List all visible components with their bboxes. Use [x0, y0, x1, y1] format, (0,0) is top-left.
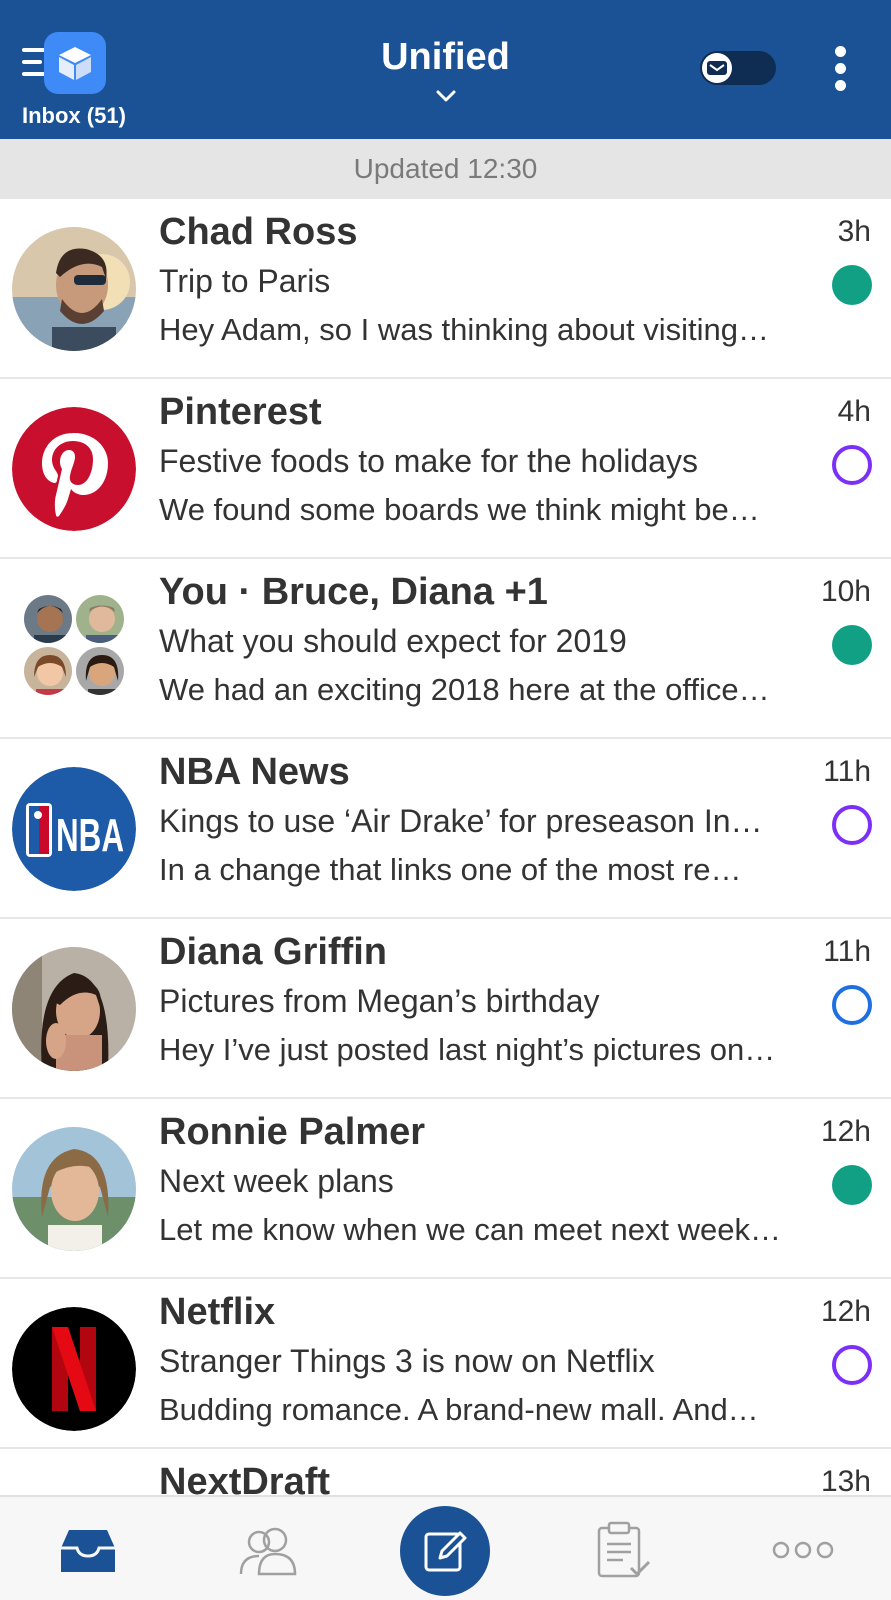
inbox-tray-icon [60, 1529, 115, 1572]
compose-icon [424, 1531, 467, 1572]
more-dots-icon [772, 1541, 833, 1558]
email-row[interactable]: Pinterest 4h Festive foods to make for t… [0, 379, 891, 559]
svg-text:NBA: NBA [56, 809, 124, 861]
more-options-icon[interactable] [826, 44, 856, 94]
unread-status-dot[interactable] [832, 1345, 872, 1385]
email-preview: We found some boards we think might be… [159, 492, 760, 527]
sender-name: NBA News [159, 751, 350, 793]
email-preview: Budding romance. A brand-new mall. And… [159, 1392, 759, 1427]
email-subject: Next week plans [159, 1163, 394, 1199]
avatar [74, 593, 126, 645]
email-row[interactable]: You · Bruce, Diana +1 10h What you shoul… [0, 559, 891, 739]
sender-name: Diana Griffin [159, 931, 388, 973]
email-preview: Hey I’ve just posted last night’s pictur… [159, 1032, 776, 1067]
email-subject: Pictures from Megan’s birthday [159, 983, 600, 1019]
avatar [74, 645, 126, 697]
email-row[interactable]: Diana Griffin 11h Pictures from Megan’s … [0, 919, 891, 1099]
mail-icon [702, 53, 732, 83]
email-subject: Trip to Paris [159, 263, 331, 299]
chevron-down-icon[interactable] [435, 88, 457, 104]
app-header: Inbox (51) Unified [0, 0, 891, 139]
read-status-dot[interactable] [832, 265, 872, 305]
focus-toggle[interactable] [700, 51, 776, 85]
email-subject: What you should expect for 2019 [159, 623, 627, 659]
email-time: 4h [837, 395, 871, 428]
email-row[interactable]: Netflix 12h Stranger Things 3 is now on … [0, 1279, 891, 1449]
email-row[interactable]: NBA NBA News 11h Kings to use ‘Air Drake… [0, 739, 891, 919]
unread-status-dot[interactable] [832, 445, 872, 485]
people-icon [239, 1527, 296, 1575]
group-avatar [20, 593, 130, 703]
avatar [12, 947, 136, 1071]
sender-name: Netflix [159, 1291, 276, 1333]
nba-logo-icon: NBA [12, 767, 136, 891]
inbox-tab[interactable] [40, 1497, 135, 1600]
email-time: 13h [820, 1465, 871, 1495]
sender-name: NextDraft [159, 1461, 331, 1495]
contacts-tab[interactable] [220, 1497, 315, 1600]
compose-button[interactable] [400, 1506, 490, 1596]
email-row[interactable]: Chad Ross 3h Trip to Paris Hey Adam, so … [0, 199, 891, 379]
bottom-navigation [0, 1495, 891, 1600]
netflix-logo-icon [12, 1307, 136, 1431]
email-row[interactable]: Ronnie Palmer 12h Next week plans Let me… [0, 1099, 891, 1279]
email-time: 3h [837, 215, 871, 248]
email-preview: We had an exciting 2018 here at the offi… [159, 672, 770, 707]
more-tab[interactable] [755, 1497, 850, 1600]
email-subject: Kings to use ‘Air Drake’ for preseason I… [159, 803, 763, 839]
email-time: 11h [823, 935, 871, 968]
sync-status: Updated 12:30 [0, 139, 891, 199]
pinterest-logo-icon [12, 407, 136, 531]
avatar [22, 593, 74, 645]
email-time: 12h [820, 1295, 871, 1328]
sender-name: Chad Ross [159, 211, 358, 253]
sender-name: You · Bruce, Diana +1 [159, 571, 548, 613]
email-time: 10h [820, 575, 871, 608]
email-time: 11h [823, 755, 871, 788]
email-time: 12h [820, 1115, 871, 1148]
unread-status-dot[interactable] [832, 805, 872, 845]
avatar [12, 227, 136, 351]
email-subject: Stranger Things 3 is now on Netflix [159, 1343, 655, 1379]
unread-status-dot[interactable] [832, 985, 872, 1025]
email-preview: Let me know when we can meet next week… [159, 1212, 782, 1247]
inbox-count-label[interactable]: Inbox (51) [22, 103, 126, 129]
avatar [22, 645, 74, 697]
avatar [12, 1127, 136, 1251]
read-status-dot[interactable] [832, 1165, 872, 1205]
tasks-tab[interactable] [575, 1497, 670, 1600]
email-row[interactable]: NextDraft 13h [0, 1449, 891, 1495]
email-preview: In a change that links one of the most r… [159, 852, 742, 887]
email-list: Chad Ross 3h Trip to Paris Hey Adam, so … [0, 199, 891, 1495]
email-subject: Festive foods to make for the holidays [159, 443, 698, 479]
clipboard-check-icon [597, 1521, 650, 1577]
sender-name: Ronnie Palmer [159, 1111, 426, 1153]
sender-name: Pinterest [159, 391, 322, 433]
email-preview: Hey Adam, so I was thinking about visiti… [159, 312, 769, 347]
read-status-dot[interactable] [832, 625, 872, 665]
